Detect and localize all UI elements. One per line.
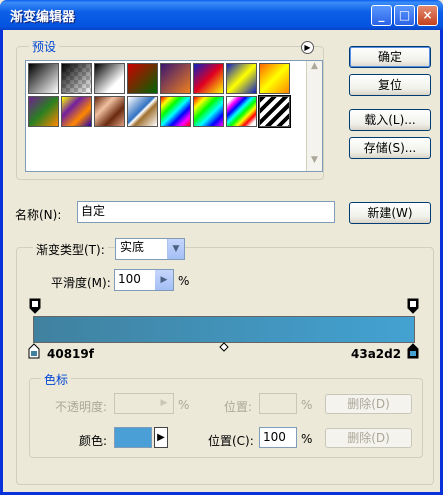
reset-button[interactable]: 复位 <box>349 74 431 96</box>
stop-color-well[interactable] <box>114 427 152 448</box>
stops-legend: 色标 <box>41 371 72 388</box>
preset-black-white-2[interactable] <box>94 63 125 94</box>
color-picker-arrow-icon[interactable]: ▶ <box>154 427 168 448</box>
preset-stripes[interactable] <box>258 95 291 128</box>
color-stop-right[interactable] <box>407 343 419 359</box>
color-location-unit: % <box>301 432 313 446</box>
opacity-location-input <box>259 393 297 414</box>
preset-red-green[interactable] <box>127 63 158 94</box>
presets-menu-icon[interactable]: ▶ <box>301 41 314 54</box>
presets-scrollbar[interactable]: ▲ ▼ <box>306 61 322 171</box>
opacity-location-label: 位置: <box>224 400 253 414</box>
load-button[interactable]: 载入(L)... <box>349 109 431 131</box>
preset-blue-yellow-blue[interactable] <box>226 63 257 94</box>
start-color-hex: 40819f <box>47 347 94 361</box>
smoothness-value: 100 <box>118 272 141 286</box>
gradient-type-label: 渐变类型(T): <box>33 241 108 258</box>
delete-color-stop-button[interactable]: 删除(D) <box>325 428 412 448</box>
smoothness-label: 平滑度(M): <box>51 276 111 290</box>
end-color-hex: 43a2d2 <box>351 347 402 361</box>
new-button[interactable]: 新建(W) <box>349 202 431 224</box>
close-button[interactable]: × <box>417 5 438 26</box>
opacity-stop-right[interactable] <box>407 298 419 314</box>
color-location-input[interactable]: 100 <box>259 427 297 448</box>
opacity-arrow-icon: ▶ <box>160 398 168 408</box>
gradient-type-select[interactable]: 实底 ▼ <box>115 238 185 260</box>
save-button[interactable]: 存储(S)... <box>349 137 431 159</box>
gradient-preview-bar[interactable] <box>33 316 415 343</box>
opacity-input: ▶ <box>114 393 174 414</box>
opacity-location-unit: % <box>301 398 313 412</box>
ok-button[interactable]: 确定 <box>349 46 431 68</box>
color-stop-left[interactable] <box>28 343 40 359</box>
smoothness-input[interactable]: 100 ▶ <box>114 269 174 291</box>
midpoint-diamond-icon[interactable] <box>219 342 229 352</box>
preset-copper[interactable] <box>94 96 125 127</box>
presets-legend: 预设 <box>29 38 60 55</box>
scroll-up-icon[interactable]: ▲ <box>307 61 322 77</box>
color-label: 颜色: <box>79 434 108 448</box>
preset-rainbow-2[interactable] <box>226 96 257 127</box>
color-location-label: 位置(C): <box>208 434 254 448</box>
minimize-button[interactable]: _ <box>371 5 392 26</box>
preset-spectrum[interactable] <box>160 96 191 127</box>
preset-yellow-violet-orange-blue[interactable] <box>61 96 92 127</box>
window-title: 渐变编辑器 <box>10 10 76 25</box>
gradient-type-value: 实底 <box>120 240 145 254</box>
opacity-stop-left[interactable] <box>29 298 41 314</box>
smoothness-arrow-icon[interactable]: ▶ <box>155 270 173 290</box>
name-label: 名称(N): <box>15 208 62 222</box>
opacity-unit: % <box>178 398 190 412</box>
preset-violet-orange[interactable] <box>160 63 191 94</box>
chevron-down-icon[interactable]: ▼ <box>167 239 184 259</box>
preset-orange-yellow-orange[interactable] <box>259 63 290 94</box>
preset-blue-red-yellow[interactable] <box>193 63 224 94</box>
maximize-button[interactable]: □ <box>394 5 415 26</box>
title-bar[interactable]: 渐变编辑器 _ □ × <box>0 0 443 30</box>
gradient-editor-window: 渐变编辑器 _ □ × 预设 ▶ ▲ ▼ 确定 复位 载入(L)... 存储(S… <box>0 0 443 495</box>
delete-opacity-stop-button[interactable]: 删除(D) <box>325 394 412 414</box>
preset-rainbow-transparent[interactable] <box>193 96 224 127</box>
name-input[interactable]: 自定 <box>77 201 335 223</box>
preset-violet-green-orange[interactable] <box>28 96 59 127</box>
preset-chrome[interactable] <box>127 96 158 127</box>
preset-transparent-checker[interactable] <box>61 63 92 94</box>
preset-black-white[interactable] <box>28 63 59 94</box>
smoothness-unit: % <box>178 274 190 288</box>
opacity-label: 不透明度: <box>55 400 108 414</box>
scroll-down-icon[interactable]: ▼ <box>307 155 322 171</box>
